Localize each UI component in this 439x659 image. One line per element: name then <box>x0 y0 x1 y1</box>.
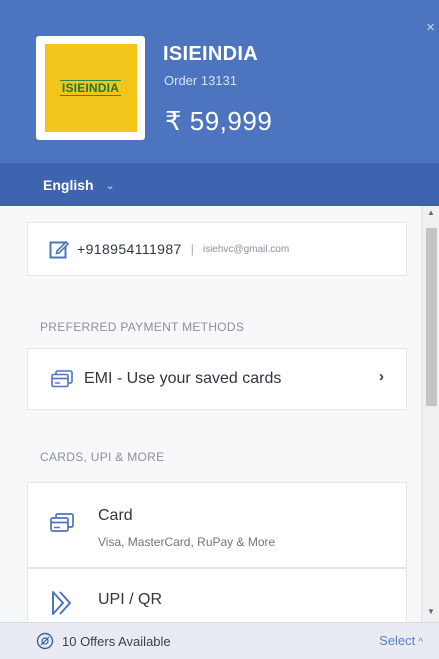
language-bar: English ⌄ <box>0 163 439 206</box>
merchant-logo-text: ISIEINDIA <box>59 80 122 96</box>
contact-details[interactable]: +918954111987 | isiehvc@gmail.com <box>27 222 407 276</box>
payment-options-panel: +918954111987 | isiehvc@gmail.com PREFER… <box>0 206 421 622</box>
edit-icon[interactable] <box>49 239 69 259</box>
upi-icon <box>52 591 71 615</box>
offers-count: 10 Offers Available <box>62 633 171 649</box>
upi-qr-payment-option[interactable]: UPI / QR <box>27 568 407 622</box>
contact-phone: +918954111987 <box>77 241 182 257</box>
upi-option-title: UPI / QR <box>98 591 163 608</box>
contact-separator: | <box>190 242 194 256</box>
order-id: Order 13131 <box>164 73 237 88</box>
chevron-up-icon: ^ <box>418 637 423 648</box>
select-offer-label: Select <box>379 633 416 648</box>
order-amount: ₹ 59,999 <box>165 106 273 136</box>
scroll-thumb[interactable] <box>426 228 437 406</box>
scroll-up-icon[interactable]: ▲ <box>422 208 439 217</box>
language-selector[interactable]: English <box>43 177 94 193</box>
card-icon <box>50 513 74 532</box>
emi-saved-cards-option[interactable]: EMI - Use your saved cards › <box>27 348 407 410</box>
contact-email: isiehvc@gmail.com <box>202 243 290 255</box>
scroll-down-icon[interactable]: ▼ <box>422 607 439 616</box>
cards-upi-heading: CARDS, UPI & MORE <box>40 450 165 464</box>
chevron-down-icon[interactable]: ⌄ <box>106 179 115 192</box>
close-icon[interactable]: × <box>426 20 435 35</box>
offers-footer: 10 Offers Available Select ^ <box>0 622 439 659</box>
select-offer-button[interactable]: Select ^ <box>379 633 423 648</box>
merchant-logo-badge: ISIEINDIA <box>44 44 137 132</box>
merchant-logo: ISIEINDIA <box>36 36 145 140</box>
chevron-right-icon: › <box>379 368 384 385</box>
offer-icon <box>36 632 54 650</box>
scrollbar[interactable]: ▲ ▼ <box>421 206 439 622</box>
card-option-subtitle: Visa, MasterCard, RuPay & More <box>98 535 276 549</box>
merchant-name: ISIEINDIA <box>163 43 258 65</box>
merchant-header: × ISIEINDIA ISIEINDIA Order 13131 ₹ 59,9… <box>0 0 439 163</box>
card-option-title: Card <box>98 507 133 524</box>
card-icon <box>51 370 73 388</box>
preferred-methods-heading: PREFERRED PAYMENT METHODS <box>40 320 245 334</box>
card-payment-option[interactable]: Card Visa, MasterCard, RuPay & More <box>27 482 407 568</box>
emi-label: EMI - Use your saved cards <box>84 370 282 387</box>
checkout-modal: × ISIEINDIA ISIEINDIA Order 13131 ₹ 59,9… <box>0 0 439 659</box>
